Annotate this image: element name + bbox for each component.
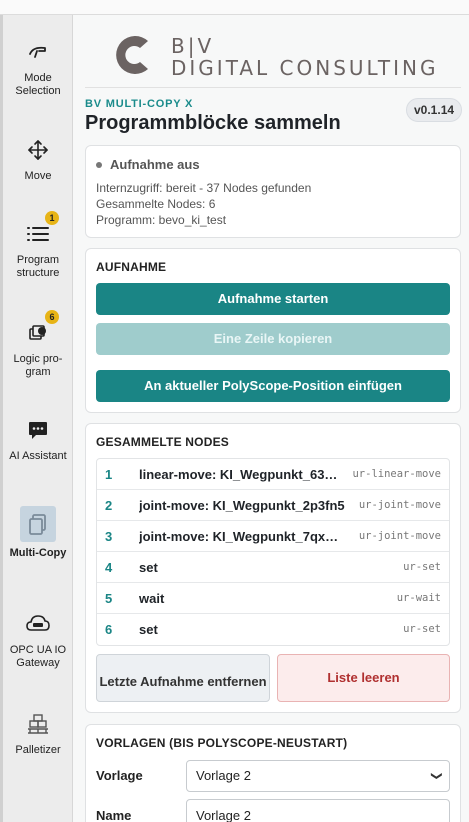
list-item[interactable]: 4 set ur-set bbox=[97, 552, 449, 583]
sidebar-item-logic-program[interactable]: 6 Logic pro-gram bbox=[3, 310, 73, 379]
node-number: 5 bbox=[105, 591, 113, 606]
node-number: 4 bbox=[105, 560, 113, 575]
hand-pointer-icon bbox=[23, 37, 53, 67]
sidebar-item-opc-ua-io-gateway[interactable]: OPC UA IO Gateway bbox=[3, 609, 73, 670]
pallet-icon bbox=[23, 709, 53, 739]
notification-badge: 1 bbox=[45, 211, 59, 225]
sidebar-item-palletizer[interactable]: Palletizer bbox=[3, 709, 73, 757]
node-number: 2 bbox=[105, 498, 113, 513]
node-name: joint-move: KI_Wegpunkt_2p3fn5 bbox=[139, 498, 345, 513]
copy-icon bbox=[20, 506, 56, 542]
sidebar-item-label: Multi-Copy bbox=[9, 547, 67, 559]
start-recording-button[interactable]: Aufnahme starten bbox=[96, 283, 450, 315]
list-item[interactable]: 6 set ur-set bbox=[97, 614, 449, 645]
sidebar-item-label: Program structure bbox=[16, 254, 60, 279]
product-name: BV MULTI-COPY X bbox=[85, 98, 194, 110]
page-title: Programmblöcke sammeln bbox=[85, 112, 341, 134]
list-item[interactable]: 2 joint-move: KI_Wegpunkt_2p3fn5 ur-join… bbox=[97, 490, 449, 521]
sidebar-item-label: Palletizer bbox=[15, 744, 61, 756]
copy-line-button[interactable]: Eine Zeile kopieren bbox=[96, 323, 450, 355]
node-type: ur-joint-move bbox=[358, 530, 441, 542]
remove-last-recording-button[interactable]: Letzte Aufnahme entfernen bbox=[96, 654, 270, 702]
notification-badge: 6 bbox=[45, 310, 59, 324]
logo-text-top: B|V bbox=[171, 34, 215, 58]
node-number: 6 bbox=[105, 622, 113, 637]
sidebar-item-mode-selection[interactable]: Mode Selection bbox=[3, 37, 73, 98]
node-list: 1 linear-move: KI_Wegpunkt_63… ur-linear… bbox=[96, 458, 450, 646]
sidebar-item-multi-copy[interactable]: Multi-Copy bbox=[3, 506, 73, 560]
name-label: Name bbox=[96, 808, 132, 822]
header-divider bbox=[85, 87, 461, 88]
cloud-icon bbox=[23, 609, 53, 639]
clear-list-button[interactable]: Liste leeren bbox=[277, 654, 450, 702]
node-name: linear-move: KI_Wegpunkt_63… bbox=[139, 467, 338, 482]
section-title: VORLAGEN (BIS POLYSCOPE-NEUSTART) bbox=[96, 736, 348, 750]
logo-text-bottom: DIGITAL CONSULTING bbox=[171, 56, 439, 80]
template-select[interactable]: Vorlage 2 ❯ bbox=[186, 760, 450, 792]
browser-top-strip bbox=[0, 0, 469, 15]
move-arrows-icon bbox=[23, 135, 53, 165]
status-info-line: Programm: bevo_ki_test bbox=[96, 213, 227, 227]
node-name: wait bbox=[139, 591, 165, 606]
chevron-down-icon: ❯ bbox=[430, 771, 443, 781]
node-number: 1 bbox=[105, 467, 113, 482]
status-info-line: Gesammelte Nodes: 6 bbox=[96, 197, 216, 211]
sidebar-item-label: Move bbox=[24, 170, 52, 182]
insert-at-position-button[interactable]: An aktueller PolyScope-Position einfügen bbox=[96, 370, 450, 402]
status-card: Aufnahme aus Internzugriff: bereit - 37 … bbox=[85, 145, 461, 238]
sidebar-item-label: Logic pro-gram bbox=[13, 353, 63, 378]
recording-card: AUFNAHME Aufnahme starten Eine Zeile kop… bbox=[85, 248, 461, 413]
logo-mark-icon bbox=[116, 36, 148, 74]
template-label: Vorlage bbox=[96, 768, 143, 783]
template-select-value: Vorlage 2 bbox=[196, 768, 251, 783]
node-type: ur-set bbox=[403, 561, 441, 573]
sidebar-item-label: AI Assistant bbox=[9, 450, 67, 462]
node-name: set bbox=[139, 622, 158, 637]
sidebar-item-label: Mode Selection bbox=[15, 72, 61, 97]
node-type: ur-linear-move bbox=[352, 468, 441, 480]
sidebar-item-ai-assistant[interactable]: AI Assistant bbox=[3, 415, 73, 463]
version-badge: v0.1.14 bbox=[406, 98, 463, 122]
list-item[interactable]: 3 joint-move: KI_Wegpunkt_7qx… ur-joint-… bbox=[97, 521, 449, 552]
sidebar-item-move[interactable]: Move bbox=[3, 135, 73, 183]
logic-program-icon: 6 bbox=[23, 310, 59, 348]
section-title: GESAMMELTE NODES bbox=[96, 435, 229, 449]
chat-bubble-icon bbox=[23, 415, 53, 445]
node-type: ur-joint-move bbox=[358, 499, 441, 511]
list-item[interactable]: 1 linear-move: KI_Wegpunkt_63… ur-linear… bbox=[97, 459, 449, 490]
status-dot-icon bbox=[96, 161, 102, 168]
section-title: AUFNAHME bbox=[96, 260, 167, 274]
node-type: ur-set bbox=[403, 623, 441, 635]
multi-copy-panel: B|V DIGITAL CONSULTING BV MULTI-COPY X P… bbox=[73, 15, 469, 822]
template-name-input[interactable] bbox=[186, 799, 450, 822]
sidebar: Mode Selection Move 1 Program structure … bbox=[0, 15, 73, 822]
recording-status-text: Aufnahme aus bbox=[110, 157, 200, 172]
sidebar-item-program-structure[interactable]: 1 Program structure bbox=[3, 211, 73, 280]
status-info-line: Internzugriff: bereit - 37 Nodes gefunde… bbox=[96, 181, 312, 195]
company-logo: B|V DIGITAL CONSULTING bbox=[113, 33, 443, 81]
list-item[interactable]: 5 wait ur-wait bbox=[97, 583, 449, 614]
node-type: ur-wait bbox=[396, 592, 441, 604]
node-name: joint-move: KI_Wegpunkt_7qx… bbox=[139, 529, 339, 544]
recording-status: Aufnahme aus bbox=[96, 157, 200, 172]
sidebar-item-label: OPC UA IO Gateway bbox=[9, 644, 67, 669]
list-icon: 1 bbox=[23, 211, 59, 249]
node-name: set bbox=[139, 560, 158, 575]
templates-card: VORLAGEN (BIS POLYSCOPE-NEUSTART) Vorlag… bbox=[85, 724, 461, 822]
node-number: 3 bbox=[105, 529, 113, 544]
collected-nodes-card: GESAMMELTE NODES 1 linear-move: KI_Wegpu… bbox=[85, 423, 461, 713]
